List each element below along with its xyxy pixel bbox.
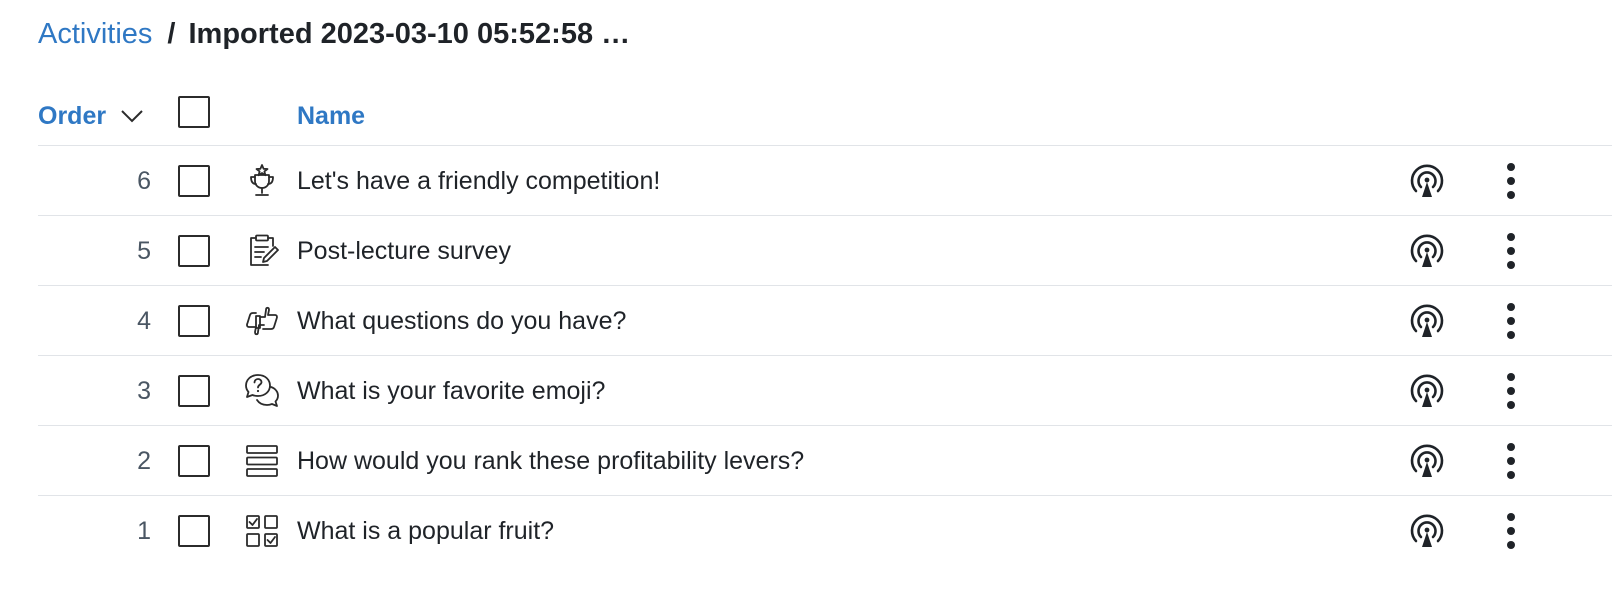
name-column-header[interactable]: Name	[297, 88, 365, 144]
table-row: 5 Post-lecture survey	[38, 215, 1612, 285]
kebab-menu-icon[interactable]	[1496, 231, 1526, 271]
breadcrumb-activities-link[interactable]: Activities	[38, 18, 152, 51]
row-checkbox[interactable]	[178, 375, 210, 407]
table-row: 2 How would you rank these profitability…	[38, 425, 1612, 495]
thumbs-icon	[246, 306, 278, 336]
breadcrumb-separator: /	[167, 17, 176, 50]
row-checkbox[interactable]	[178, 235, 210, 267]
trophy-icon	[250, 164, 274, 196]
question-bubbles-icon	[245, 374, 279, 407]
kebab-menu-icon[interactable]	[1496, 511, 1526, 551]
row-order: 2	[137, 447, 151, 475]
multiple-choice-icon	[246, 515, 278, 547]
select-all-checkbox[interactable]	[178, 96, 210, 128]
broadcast-icon[interactable]	[1408, 233, 1446, 271]
table-row: 3 What is your favorite emoji?	[38, 355, 1612, 425]
kebab-menu-icon[interactable]	[1496, 161, 1526, 201]
activity-title[interactable]: What is your favorite emoji?	[297, 356, 605, 426]
order-sort-button[interactable]: Order	[38, 88, 144, 144]
row-order: 6	[137, 167, 151, 195]
activity-title[interactable]: Post-lecture survey	[297, 216, 511, 286]
breadcrumb: Activities / Imported 2023-03-10 05:52:5…	[38, 12, 630, 56]
row-order: 3	[137, 377, 151, 405]
table-row: 6 Let's have a friendly competition!	[38, 145, 1612, 215]
broadcast-icon[interactable]	[1408, 513, 1446, 551]
table-header: Order Name	[38, 88, 1612, 144]
row-checkbox[interactable]	[178, 305, 210, 337]
activity-title[interactable]: Let's have a friendly competition!	[297, 146, 660, 216]
broadcast-icon[interactable]	[1408, 303, 1446, 341]
table-row: 1 What is a popular fruit?	[38, 495, 1612, 565]
table-row: 4 What questions do you have?	[38, 285, 1612, 355]
row-order: 1	[137, 517, 151, 545]
kebab-menu-icon[interactable]	[1496, 441, 1526, 481]
clipboard-edit-icon	[250, 234, 279, 266]
broadcast-icon[interactable]	[1408, 163, 1446, 201]
order-column-label: Order	[38, 101, 107, 130]
row-checkbox[interactable]	[178, 515, 210, 547]
chevron-down-icon	[121, 110, 143, 123]
row-checkbox[interactable]	[178, 165, 210, 197]
activity-list: 6 Let's have a friendly competition! 5 P…	[38, 145, 1612, 565]
page-title: Imported 2023-03-10 05:52:58 …	[188, 17, 631, 50]
kebab-menu-icon[interactable]	[1496, 371, 1526, 411]
ranking-icon	[246, 445, 278, 477]
row-checkbox[interactable]	[178, 445, 210, 477]
activity-title[interactable]: What questions do you have?	[297, 286, 626, 356]
activity-title[interactable]: How would you rank these profitability l…	[297, 426, 804, 496]
kebab-menu-icon[interactable]	[1496, 301, 1526, 341]
broadcast-icon[interactable]	[1408, 443, 1446, 481]
row-order: 5	[137, 237, 151, 265]
broadcast-icon[interactable]	[1408, 373, 1446, 411]
activity-title[interactable]: What is a popular fruit?	[297, 496, 554, 566]
row-order: 4	[137, 307, 151, 335]
